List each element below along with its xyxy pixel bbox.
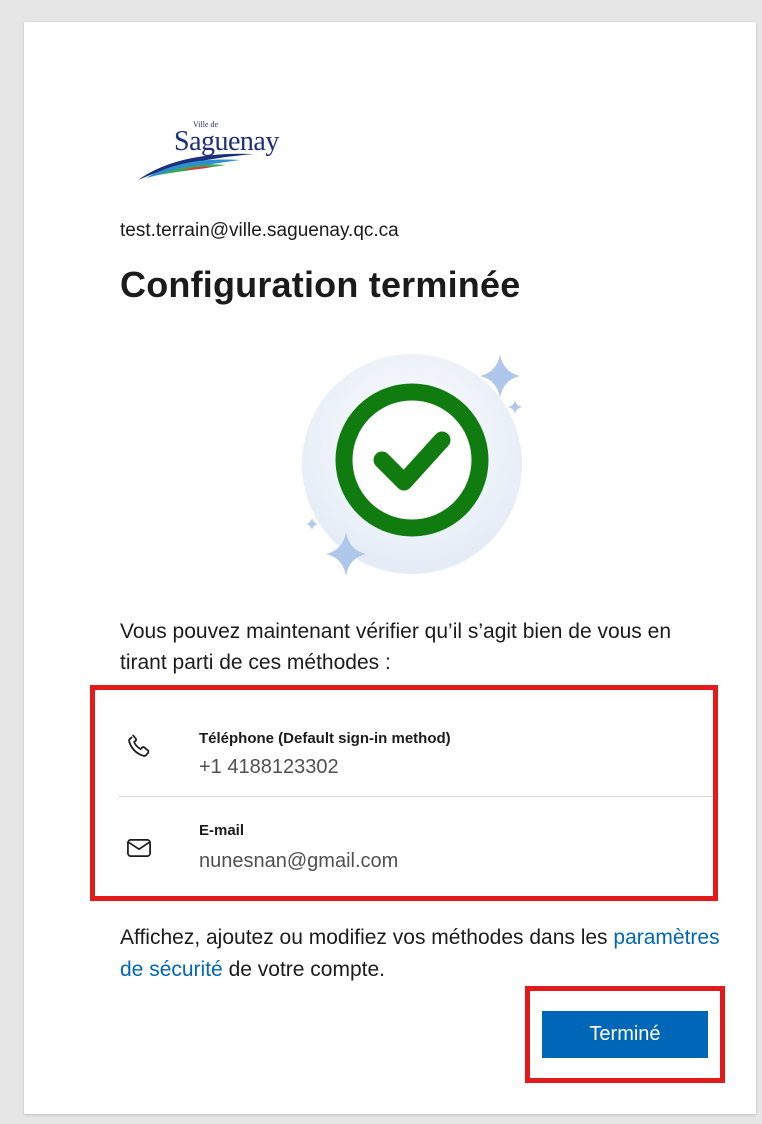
mail-icon (127, 838, 151, 858)
logo-swoosh-icon (138, 153, 254, 180)
page-title: Configuration terminée (120, 264, 521, 305)
saguenay-logo: Ville de Saguenay (136, 120, 306, 180)
method-label: E-mail (199, 822, 245, 839)
method-value: nunesnan@gmail.com (199, 850, 399, 872)
phone-icon (128, 734, 150, 757)
method-divider (119, 796, 713, 797)
method-label: Téléphone (Default sign-in method) (199, 730, 451, 747)
success-check-icon (302, 354, 522, 576)
setup-complete-card: Ville de Saguenay test.terrain@ville.sag… (24, 22, 756, 1114)
done-button[interactable]: Terminé (542, 1011, 708, 1058)
methods-list: Téléphone (Default sign-in method) +1 41… (90, 685, 718, 901)
done-button-highlight: Terminé (525, 986, 725, 1083)
footer-text-before: Affichez, ajoutez ou modifiez vos méthod… (120, 926, 614, 949)
account-email: test.terrain@ville.saguenay.qc.ca (120, 220, 399, 241)
footer-text-after: de votre compte. (222, 958, 385, 981)
footer-text: Affichez, ajoutez ou modifiez vos méthod… (120, 922, 740, 986)
method-phone: Téléphone (Default sign-in method) +1 41… (119, 698, 709, 798)
method-value: +1 4188123302 (199, 756, 339, 778)
intro-text: Vous pouvez maintenant vérifier qu’il s’… (120, 620, 672, 674)
method-email: E-mail nunesnan@gmail.com (119, 800, 709, 900)
